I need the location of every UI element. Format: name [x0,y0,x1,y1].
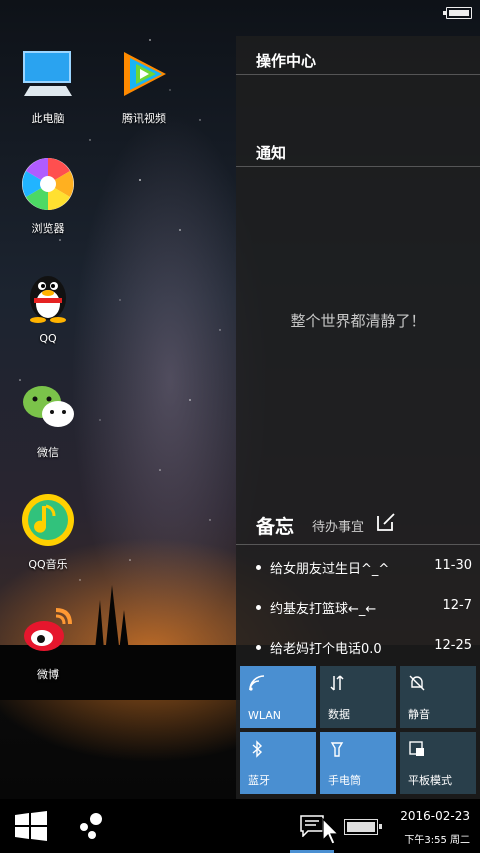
tile-mute[interactable]: 静音 [400,666,476,728]
divider [236,166,480,167]
bell-mute-icon [409,675,425,691]
memo-title: 备忘 [256,516,295,538]
divider [236,74,480,75]
data-arrows-icon [330,675,344,691]
bluetooth-icon [252,740,263,758]
tablet-mode-icon [409,741,424,756]
taskbar: 2016-02-23 下午3:55 周二 [0,799,480,853]
wechat-icon [23,386,74,427]
desktop-icon-tencent-video[interactable]: 腾讯视频 [96,46,192,126]
memo-item[interactable]: 给女朋友过生日^_^ 11-30 [256,558,472,578]
computer-icon [23,51,72,96]
bullet-icon [256,645,261,650]
flashlight-icon [330,742,344,757]
divider [236,544,480,545]
tile-tablet-mode[interactable]: 平板模式 [400,732,476,794]
bullet-icon [256,605,261,610]
weibo-icon [24,608,72,651]
memo-item[interactable]: 约基友打篮球←_← 12-7 [256,598,472,618]
action-center-title: 操作中心 [256,52,317,70]
bullet-icon [256,565,261,570]
tile-data[interactable]: 数据 [320,666,396,728]
wifi-icon [249,675,265,691]
battery-icon [443,7,472,19]
desktop-icon-qq[interactable]: QQ [0,268,96,345]
memo-subtitle: 待办事宜 [312,520,365,535]
message-icon [300,815,324,837]
qq-penguin-icon [30,276,66,323]
desktop-icon-wechat[interactable]: 微信 [0,380,96,460]
tile-flashlight[interactable]: 手电筒 [320,732,396,794]
desktop-icon-browser[interactable]: 浏览器 [0,156,96,236]
status-bar [0,0,480,26]
desktop-icon-qq-music[interactable]: QQ音乐 [0,492,96,572]
memo-item[interactable]: 给老妈打个电话0.0 12-25 [256,638,472,658]
taskbar-date[interactable]: 2016-02-23 [400,809,470,823]
taskbar-battery-icon[interactable] [344,819,382,835]
browser-icon [22,158,74,210]
mouse-cursor-icon [322,818,340,845]
notifications-empty-message: 整个世界都清静了！ [290,312,426,330]
quick-actions-grid: WLAN 数据 静音 蓝牙 手电筒 平板模式 [240,666,476,796]
tile-bluetooth[interactable]: 蓝牙 [240,732,316,794]
desktop-icon-this-pc[interactable]: 此电脑 [0,46,96,126]
edit-icon[interactable] [376,512,396,532]
tencent-video-icon [124,52,166,96]
qq-music-icon [22,494,74,546]
cortana-dots-icon[interactable] [74,811,106,841]
tile-wlan[interactable]: WLAN [240,666,316,728]
windows-start-icon[interactable] [15,811,47,841]
taskbar-time[interactable]: 下午3:55 周二 [404,831,470,846]
desktop-icon-weibo[interactable]: 微博 [0,602,96,682]
notifications-heading: 通知 [256,144,287,162]
